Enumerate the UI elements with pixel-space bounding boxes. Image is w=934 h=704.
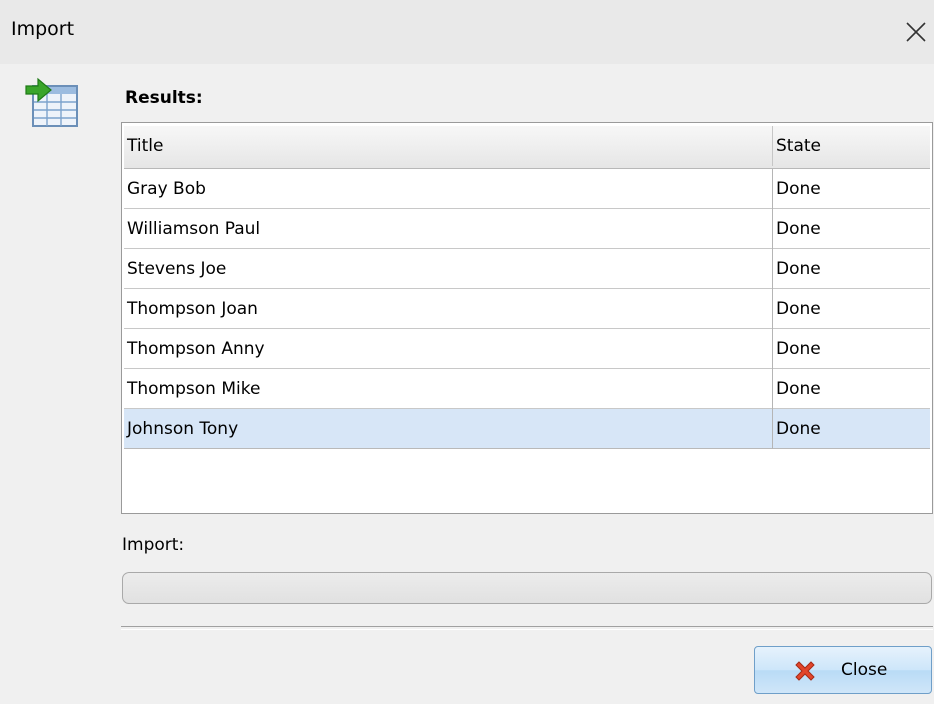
table-header: Title State <box>124 126 930 169</box>
close-icon <box>906 22 926 42</box>
row-title: Thompson Anny <box>127 339 265 359</box>
import-label: Import: <box>122 535 185 555</box>
row-state: Done <box>772 249 930 289</box>
column-header-title[interactable]: Title <box>124 126 772 166</box>
row-state: Done <box>772 369 930 409</box>
row-state: Done <box>772 209 930 249</box>
row-title: Williamson Paul <box>127 219 261 239</box>
row-title: Stevens Joe <box>127 259 227 279</box>
red-x-icon <box>795 661 815 681</box>
window-title: Import <box>11 18 75 40</box>
table-row[interactable]: Stevens Joe Done <box>124 249 930 289</box>
window-close-button[interactable] <box>902 18 930 46</box>
row-title: Thompson Mike <box>127 379 261 399</box>
row-state: Done <box>772 169 930 209</box>
row-title: Thompson Joan <box>127 299 258 319</box>
table-row[interactable]: Thompson Anny Done <box>124 329 930 369</box>
close-button[interactable]: Close <box>754 646 932 694</box>
table-row[interactable]: Thompson Mike Done <box>124 369 930 409</box>
row-title: Johnson Tony <box>127 419 239 439</box>
row-state: Done <box>772 329 930 369</box>
results-table[interactable]: Title State Gray Bob Done Williamson Pau… <box>121 122 933 514</box>
row-state: Done <box>772 289 930 329</box>
close-button-label: Close <box>841 660 888 680</box>
table-row[interactable]: Thompson Joan Done <box>124 289 930 329</box>
import-progress-bar <box>122 572 932 604</box>
row-title: Gray Bob <box>127 179 206 199</box>
table-row[interactable]: Gray Bob Done <box>124 169 930 209</box>
title-bar: Import <box>0 0 934 64</box>
row-state: Done <box>772 409 930 449</box>
table-row-selected[interactable]: Johnson Tony Done <box>124 409 930 449</box>
table-row[interactable]: Williamson Paul Done <box>124 209 930 249</box>
table-import-icon <box>25 76 81 132</box>
separator <box>121 626 933 630</box>
results-label: Results: <box>125 88 203 108</box>
column-header-state[interactable]: State <box>772 126 930 166</box>
